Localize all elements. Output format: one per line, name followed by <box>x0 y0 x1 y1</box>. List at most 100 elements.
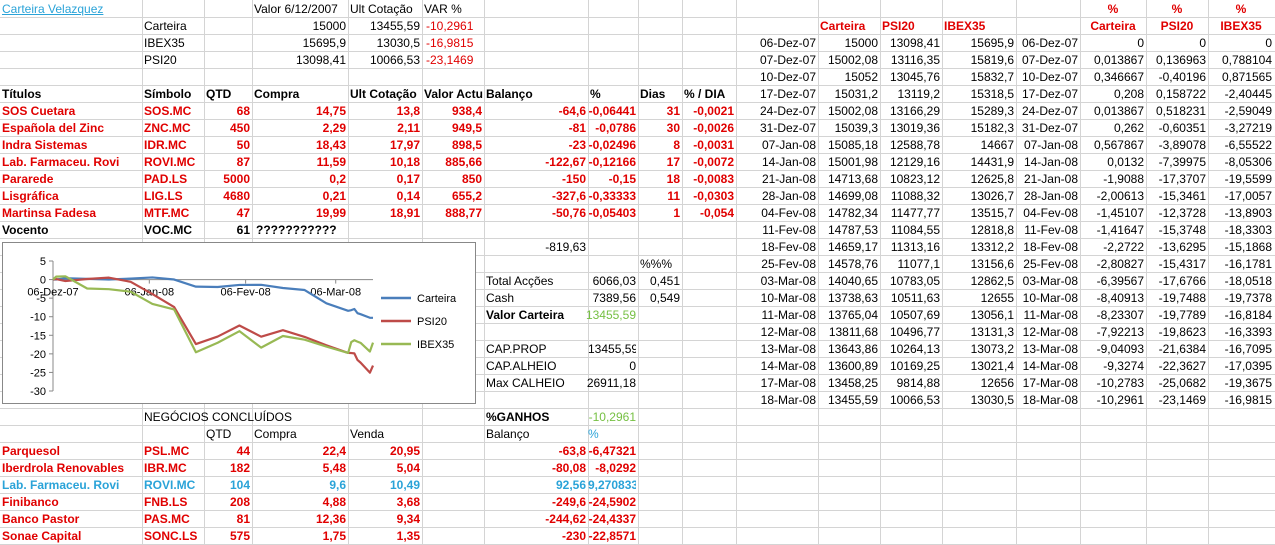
history-value: 0,208 <box>1113 87 1144 101</box>
history-date: 04-Fev-08 <box>761 206 816 220</box>
history-date: 17-Dez-07 <box>1021 87 1078 101</box>
ganhos-label: %GANHOS <box>486 410 550 424</box>
history-date: 28-Jan-08 <box>761 189 816 203</box>
history-date: 13-Mar-08 <box>1022 342 1078 356</box>
closed-compra: 4,88 <box>322 495 346 509</box>
x-tick-label: 06-Mar-08 <box>310 287 361 299</box>
portfolio-title[interactable]: Pararede <box>2 171 142 188</box>
portfolio-pct-dia: -0,0303 <box>693 189 734 203</box>
history-value: -18,0518 <box>1224 274 1272 288</box>
portfolio-header: % <box>590 87 601 101</box>
portfolio-cotacao: 18,91 <box>389 206 420 220</box>
history-value: -21,6384 <box>1158 342 1206 356</box>
portfolio-valor: 949,5 <box>451 121 482 135</box>
history-date: 04-Fev-08 <box>1023 206 1078 220</box>
pct-header: %%% <box>640 257 673 271</box>
closed-pct: -22,8571 <box>588 529 636 543</box>
history-value: -3,27219 <box>1224 121 1272 135</box>
cap-prop: 13455,59 <box>588 342 636 356</box>
history-value: -17,0395 <box>1224 359 1272 373</box>
portfolio-dias: 18 <box>666 172 680 186</box>
portfolio-cotacao: 2,11 <box>397 121 420 135</box>
closed-symbol: IBR.MC <box>144 461 187 475</box>
closed-title-cell[interactable]: Finibanco <box>2 494 142 511</box>
legend-label-psi20: PSI20 <box>417 316 447 328</box>
history-value: 15002,08 <box>827 53 878 67</box>
closed-compra: 1,75 <box>322 529 346 543</box>
closed-qtd: 44 <box>236 444 250 458</box>
ganhos-value: -10,2961 <box>588 410 636 424</box>
history-value: -2,80827 <box>1096 257 1144 271</box>
history-date: 17-Mar-08 <box>1022 376 1078 390</box>
closed-title-cell[interactable]: Parquesol <box>2 443 142 460</box>
closed-title-cell[interactable]: Iberdrola Renovables <box>2 460 142 477</box>
history-value: 13045,76 <box>889 70 940 84</box>
portfolio-cotacao: 0,17 <box>396 172 420 186</box>
closed-venda: 20,95 <box>389 444 420 458</box>
portfolio-symbol: IDR.MC <box>144 138 187 152</box>
history-value: -23,1469 <box>1158 393 1206 407</box>
history-header: Carteira <box>820 19 866 33</box>
history-value: 10066,53 <box>889 393 940 407</box>
history-value: 10169,25 <box>889 359 940 373</box>
summary-var: -10,2961 <box>426 19 474 33</box>
balanco-pct-label: % <box>588 427 599 441</box>
portfolio-title[interactable]: Vocento <box>2 222 142 239</box>
portfolio-title[interactable]: Española del Zinc <box>2 120 142 137</box>
history-value: -15,3748 <box>1158 223 1206 237</box>
x-tick-label: 06-Fev-08 <box>221 287 271 299</box>
portfolio-symbol: VOC.MC <box>144 223 192 237</box>
portfolio-symbol: ZNC.MC <box>144 121 191 135</box>
history-value: 10496,77 <box>889 325 940 339</box>
history-value: 13098,41 <box>889 36 940 50</box>
portfolio-balanco: -122,67 <box>545 155 586 169</box>
performance-chart[interactable]: 5 0 -5 -10 -15 -20 -25 -30 06-Dez-07 06-Jan-08 06-… <box>2 242 476 404</box>
portfolio-dias: 30 <box>666 121 680 135</box>
history-value: 0 <box>1137 36 1144 50</box>
portfolio-compra: 19,99 <box>315 206 346 220</box>
portfolio-title[interactable]: Lab. Farmaceu. Rovi <box>2 154 142 171</box>
portfolio-symbol: ROVI.MC <box>144 155 196 169</box>
history-value: 13021,4 <box>970 359 1014 373</box>
history-value: 15052 <box>844 70 878 84</box>
history-value: 12655 <box>980 291 1014 305</box>
portfolio-title[interactable]: SOS Cuetara <box>2 103 142 120</box>
history-value: -2,00613 <box>1096 189 1144 203</box>
history-date: 14-Jan-08 <box>1023 155 1078 169</box>
history-date: 06-Dez-07 <box>1021 36 1078 50</box>
sheet-title[interactable]: Carteira Velazquez <box>2 1 142 18</box>
history-value: -3,89078 <box>1158 138 1206 152</box>
portfolio-pct: -0,33333 <box>588 189 636 203</box>
history-date: 11-Fev-08 <box>762 223 816 237</box>
portfolio-title[interactable]: Martinsa Fadesa <box>2 205 142 222</box>
closed-title-cell[interactable]: Banco Pastor <box>2 511 142 528</box>
history-value: -0,60351 <box>1158 121 1206 135</box>
history-value: 0,158722 <box>1155 87 1206 101</box>
portfolio-title[interactable]: Lisgráfica <box>2 188 142 205</box>
legend-label-ibex35: IBEX35 <box>417 339 454 351</box>
history-value: -1,45107 <box>1096 206 1144 220</box>
portfolio-dias: 8 <box>673 138 680 152</box>
history-date: 24-Dez-07 <box>1021 104 1078 118</box>
portfolio-pct: -0,06441 <box>588 104 636 118</box>
closed-title-cell[interactable]: Sonae Capital <box>2 528 142 545</box>
portfolio-header: % / DIA <box>684 87 726 101</box>
closed-pct: -8,0292 <box>595 461 636 475</box>
portfolio-balanco: -327,6 <box>551 189 586 203</box>
summary-name: IBEX35 <box>144 36 185 50</box>
history-date: 28-Jan-08 <box>1023 189 1078 203</box>
closed-pct: -6,47321 <box>588 444 636 458</box>
portfolio-qtd: 61 <box>236 223 250 237</box>
summary-value: 13098,41 <box>295 53 346 67</box>
portfolio-title[interactable]: Indra Sistemas <box>2 137 142 154</box>
history-value: -16,7095 <box>1224 342 1272 356</box>
spreadsheet[interactable]: Carteira Velazquez Valor 6/12/2007 Ult Cot… <box>0 0 1275 545</box>
y-tick-label: -15 <box>30 330 46 342</box>
summary-value: 15000 <box>312 19 346 33</box>
portfolio-balanco: -23 <box>568 138 586 152</box>
history-value: -1,9088 <box>1103 172 1144 186</box>
history-value: 13312,2 <box>970 240 1014 254</box>
summary-value: 15695,9 <box>302 36 346 50</box>
history-value: -16,8184 <box>1224 308 1272 322</box>
closed-title-cell[interactable]: Lab. Farmaceu. Rovi <box>2 477 142 494</box>
